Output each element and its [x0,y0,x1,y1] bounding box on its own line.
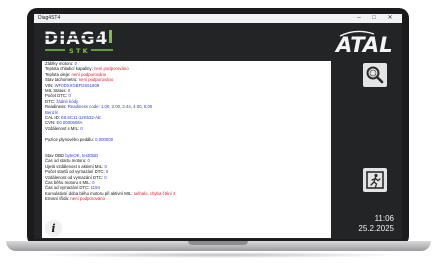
readout-value: není podporováno [71,71,107,77]
diagnostic-readout: Záblky motoru: 0 Teplota chladicí kapalin… [42,61,331,238]
atal-logo: ATAL [334,30,393,56]
magnifier-icon [366,66,384,84]
readout-value: byteOK, testOBD [65,152,99,158]
readout-label: Počet DTC: [45,93,69,99]
readout-label: Vzdálenost od vymazání DTC: [45,174,105,180]
readout-value: E0.0000608A [56,120,83,126]
readout-label: DTC: [45,98,57,104]
stk-green-bar [109,30,112,43]
readout-value: 0 [105,169,109,175]
readout-label: Počet startů od vymazání DTC: [45,169,106,175]
readout-value: 0 [87,158,90,164]
window-title: Diag4ST4 [38,15,61,21]
stk-logo-text: S T K [69,47,89,55]
readout-label: CAL ID: [45,115,62,121]
atal-logo-text: ATAL [334,33,393,56]
readout-label: Záblky motoru: [45,61,75,66]
title-bar: Diag4ST4 – □ ✕ [34,14,402,23]
readout-value: 0 [74,61,78,66]
readout-value: není podporováno [78,77,114,83]
clock-date: 25.2.2025 [358,224,394,233]
readout-value: selhalo, chyba čtění 2 [133,190,176,196]
readout-value: E8.6C11-12K532-AE [61,115,101,121]
readout-label: Čas od startu motoru: [45,158,88,164]
readout-label: Emisní třída: [45,196,71,202]
exit-door-icon [366,171,384,189]
readout-line: Emisní třída: není podporováno [42,196,331,201]
readout-label: Kumulativní doba běhu motoru při aktivní… [45,190,134,196]
readout-value: 0.000000 [95,136,114,142]
readout-value: Benzín [45,109,59,115]
readout-value: WF0DXXGBFDS61809 [54,82,100,88]
readout-label: VIN: [45,82,55,88]
readout-label: Teplota chladicí kapaliny: [45,66,94,72]
readout-value: 0 [104,174,107,180]
readout-value: 1194 [90,185,100,191]
exit-button[interactable] [363,168,387,192]
readout-value: 0 [104,163,107,169]
laptop-base-notch [188,241,248,245]
diag4-stk-logo: DIAG4 S T K [44,29,113,55]
readout-label: Teplota oleje: [45,71,72,77]
readout-value: 0 [67,88,71,94]
maximize-button[interactable]: □ [367,14,381,23]
readout-label: Stav OBD [45,152,66,158]
readout-value: 0 [68,93,71,99]
readout-label: Readiness: [45,104,68,110]
readout-value: 0 [92,179,95,185]
clock-time: 11:06 [374,214,394,223]
readout-label: Stav tachometru: [45,77,79,83]
app-window: Diag4ST4 – □ ✕ DIAG4 S T K ATAL Záblky m… [34,14,402,239]
readout-value: žádné kódy [56,98,79,104]
readout-label: Ujetá vzdálenost s aktivní MIL: [45,163,105,169]
search-button[interactable] [363,63,387,87]
readout-label: Vzdálenost s MIL: [45,125,81,131]
readout-label: CVN: [45,120,57,126]
laptop-shadow [30,252,407,258]
clock: 11:06 25.2.2025 [334,214,394,234]
readout-value: není podporováno [70,196,105,202]
readout-value: Readiness code: 1.00, 2.00, 3.44, 4.00, … [67,104,153,110]
info-button[interactable]: i [45,220,62,237]
readout-label: Čas běhu motoru s MIL: [45,179,93,185]
readout-value: není podporováno [93,66,129,72]
minimize-button[interactable]: – [352,14,366,23]
readout-value: 0 [80,125,83,131]
close-button[interactable]: ✕ [383,14,397,23]
readout-label: Čas od vymazání DTC: [45,185,91,191]
readout-label: Pozice plynového pedálu: [45,136,96,142]
readout-label: MIL Status: [45,88,68,94]
